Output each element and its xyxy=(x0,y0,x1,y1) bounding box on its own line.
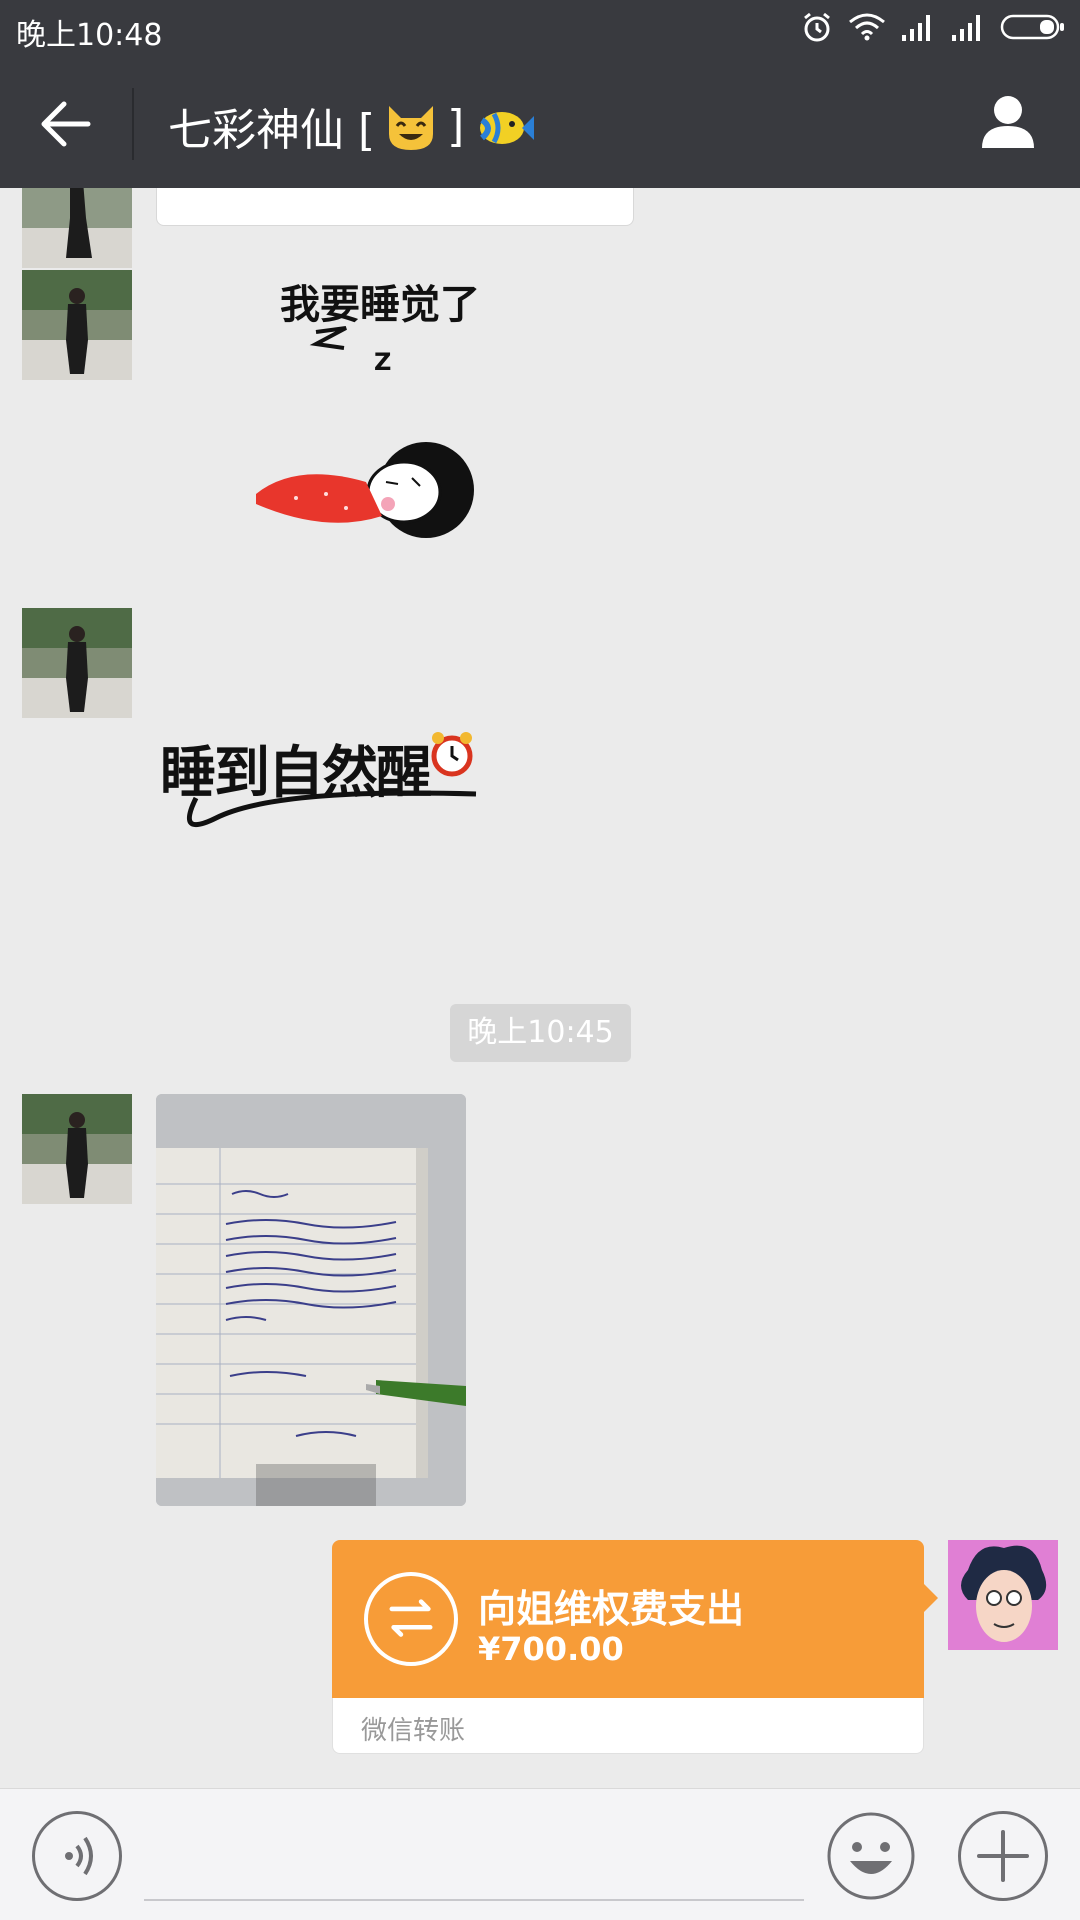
avatar[interactable] xyxy=(22,608,132,718)
sleeping-girl-illustration xyxy=(256,326,474,538)
transfer-title: 向姐维权费支出 xyxy=(478,1587,745,1631)
status-bar: 晚上10:48 xyxy=(0,0,1080,58)
transfer-arrows-icon xyxy=(364,1572,458,1666)
voice-wave-icon xyxy=(201,188,241,189)
voice-message[interactable] xyxy=(156,188,634,226)
transfer-footer: 微信转账 xyxy=(332,1698,924,1754)
handwritten-note-photo xyxy=(156,1094,466,1506)
alarm-icon xyxy=(804,12,830,42)
signal-icon xyxy=(952,15,980,41)
input-bar xyxy=(0,1788,1080,1920)
message-timestamp: 晚上10:45 xyxy=(450,1004,631,1062)
signal-icon xyxy=(902,15,930,41)
avatar[interactable] xyxy=(22,188,132,268)
wifi-icon xyxy=(849,13,885,41)
transfer-card-body: 向姐维权费支出 ¥700.00 xyxy=(332,1540,924,1698)
emoji-icon[interactable] xyxy=(826,1811,916,1901)
back-arrow-icon[interactable] xyxy=(36,94,96,154)
avatar[interactable] xyxy=(22,1094,132,1204)
chat-title: 七彩神仙 [ ] xyxy=(168,94,536,158)
person-icon[interactable] xyxy=(976,88,1040,152)
more-options-button[interactable] xyxy=(958,1811,1048,1901)
transfer-message[interactable]: 向姐维权费支出 ¥700.00 微信转账 xyxy=(332,1540,938,1754)
chat-messages[interactable]: 我要睡觉了 Z 睡到自然醒 晚上10:45 向姐维权费支出 ¥700.00 微信… xyxy=(0,188,1080,1788)
chat-title-close: ] xyxy=(447,100,465,152)
transfer-amount: ¥700.00 xyxy=(478,1630,624,1668)
voice-input-button[interactable] xyxy=(32,1811,122,1901)
avatar[interactable] xyxy=(22,270,132,380)
header-divider xyxy=(132,88,134,160)
sticker-sleep-zz: Z xyxy=(374,348,392,376)
status-time: 晚上10:48 xyxy=(16,18,163,53)
sticker-wake[interactable]: 睡到自然醒 xyxy=(156,708,496,858)
smiling-cat-emoji-icon xyxy=(389,106,434,150)
status-icons xyxy=(800,10,1066,44)
sticker-sleep[interactable]: 我要睡觉了 Z xyxy=(236,272,506,562)
my-avatar[interactable] xyxy=(948,1540,1058,1650)
transfer-source-label: 微信转账 xyxy=(361,1716,466,1746)
tropical-fish-emoji-icon xyxy=(480,112,535,144)
battery-icon xyxy=(1000,14,1064,40)
bubble-tail xyxy=(924,1584,938,1612)
chat-title-text: 七彩神仙 [ xyxy=(168,105,376,156)
photo-message[interactable] xyxy=(156,1094,466,1506)
message-input[interactable] xyxy=(144,1809,804,1901)
chat-header: 七彩神仙 [ ] xyxy=(0,58,1080,188)
voice-icon xyxy=(65,1836,93,1876)
plus-icon xyxy=(977,1830,1029,1882)
brush-swoosh xyxy=(186,790,477,828)
